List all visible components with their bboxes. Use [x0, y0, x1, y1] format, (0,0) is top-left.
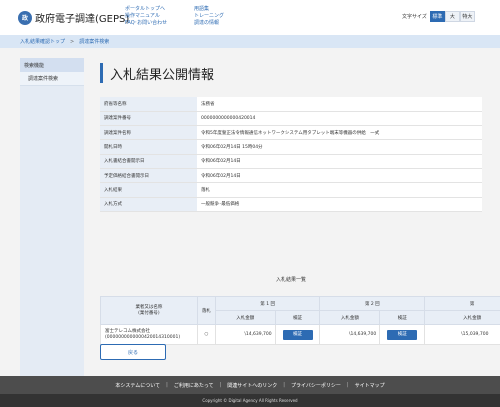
col-header-round-1: 第 1 回 — [214, 296, 321, 311]
page-title: 入札結果公開情報 — [100, 63, 214, 83]
info-label: 予定価格結合書開示日 — [100, 168, 197, 184]
header-nav-group-1: ポータルトップへ 操作マニュアル FAQ･お問い合わせ — [125, 6, 167, 27]
footer-link-related-sites[interactable]: 関連サイトへのリンク — [227, 382, 277, 389]
result-table: 業者又は名称 (業付番号) 落札 第 1 回 第 2 回 第 入札金額 検証 入… — [100, 296, 500, 345]
col-header-round-2: 第 2 回 — [319, 296, 426, 311]
col-header-detail: 検証 — [379, 310, 426, 325]
nav-procurement-info-link[interactable]: 調達の情報 — [194, 20, 224, 27]
col-header-detail: 検証 — [274, 310, 321, 325]
info-value: 落札 — [197, 182, 482, 198]
footer-link-terms[interactable]: ご利用にあたって — [174, 382, 214, 389]
table-row: 入札結果 落札 — [100, 182, 482, 198]
sidebar-heading: 検索機能 — [20, 58, 84, 72]
nav-portal-top-link[interactable]: ポータルトップへ — [125, 6, 167, 13]
footer-nav: 本システムについて | ご利用にあたって | 関連サイトへのリンク | プライバ… — [0, 376, 500, 394]
font-size-large-button[interactable]: 大 — [444, 11, 460, 22]
table-row: 開札日時 令和06年02月14日 15時04分 — [100, 139, 482, 155]
font-size-standard-button[interactable]: 標準 — [429, 11, 445, 22]
sidebar: 検索機能 調達案件検索 — [20, 58, 84, 376]
breadcrumb-result-top-link[interactable]: 入札結果確認トップ — [20, 38, 65, 45]
info-value: 法務省 — [197, 97, 482, 112]
detail-button-round-1[interactable]: 検証 — [282, 329, 313, 340]
nav-training-link[interactable]: トレーニング — [194, 13, 224, 20]
font-size-label: 文字サイズ — [402, 14, 427, 20]
detail-cell: 検証 — [274, 324, 321, 345]
info-value: 令和5年度誓正法令情報通信ネットワークシステム用タブレット端末等機器の供給 一式 — [197, 125, 482, 141]
footer-link-about[interactable]: 本システムについて — [115, 382, 160, 389]
table-row: 入札書結合書開示日 令和06年02月14日 — [100, 154, 482, 169]
bid-info-table: 府省等名称 法務省 調達案件番号 0000000000000420014 調達案件名… — [100, 97, 482, 212]
info-label: 府省等名称 — [100, 97, 197, 112]
footer-separator-icon: | — [283, 382, 285, 388]
col-header-company: 業者又は名称 (業付番号) — [100, 296, 198, 325]
header-nav-group-2: 用語集 トレーニング 調達の情報 — [194, 6, 224, 27]
font-size-xlarge-button[interactable]: 特大 — [459, 11, 475, 22]
geps-logo[interactable]: 政 政府電子調達(GEPS) — [18, 10, 129, 25]
info-value: 令和06年02月14日 — [197, 168, 482, 184]
info-label: 入札結果 — [100, 182, 197, 198]
result-list-title: 入札結果一覧 — [275, 277, 306, 283]
site-title: 政府電子調達(GEPS) — [35, 14, 130, 25]
table-row: 調達案件名称 令和5年度誓正法令情報通信ネットワークシステム用タブレット端末等機器… — [100, 125, 482, 141]
main-content: 入札結果公開情報 府省等名称 法務省 調達案件番号 0000000000000420… — [100, 58, 500, 376]
breadcrumb-separator-icon: > — [70, 38, 75, 45]
nav-faq-link[interactable]: FAQ･お問い合わせ — [125, 20, 167, 27]
footer-separator-icon: | — [219, 382, 222, 388]
font-size-switcher: 文字サイズ 標準 大 特大 — [402, 11, 475, 22]
table-row: 入札方式 一般競争･最低価格 — [100, 197, 482, 212]
company-number: (0000000000000420014310001) — [105, 334, 181, 340]
award-mark: ○ — [196, 324, 216, 345]
info-value: 0000000000000420014 — [197, 111, 482, 127]
bid-amount-round-3: \15,039,700 — [424, 324, 500, 345]
col-header-round-3: 第 — [424, 296, 500, 311]
col-header-amount: 入札金額 — [214, 310, 276, 325]
back-button[interactable]: 戻る — [100, 344, 166, 360]
footer-separator-icon: | — [346, 382, 349, 388]
breadcrumb-search-link[interactable]: 調達案件検索 — [79, 38, 109, 45]
bid-amount-round-1: \14,639,700 — [214, 324, 276, 345]
info-label: 調達案件番号 — [100, 111, 197, 127]
info-label: 調達案件名称 — [100, 125, 197, 141]
table-row: 調達案件番号 0000000000000420014 — [100, 111, 482, 127]
breadcrumb: 入札結果確認トップ > 調達案件検索 — [0, 35, 500, 48]
nav-manual-link[interactable]: 操作マニュアル — [125, 13, 167, 20]
detail-button-round-2[interactable]: 検証 — [387, 329, 418, 340]
nav-glossary-link[interactable]: 用語集 — [194, 6, 224, 13]
table-row: 府省等名称 法務省 — [100, 97, 482, 112]
info-value: 令和06年02月14日 — [197, 154, 482, 169]
footer-link-sitemap[interactable]: サイトマップ — [355, 382, 385, 389]
company-cell: 富士テレコム株式会社 (0000000000000420014310001) — [100, 324, 198, 345]
col-header-amount: 入札金額 — [319, 310, 381, 325]
detail-cell: 検証 — [379, 324, 426, 345]
table-row: 予定価格結合書開示日 令和06年02月14日 — [100, 168, 482, 184]
bid-amount-round-2: \14,639,700 — [319, 324, 381, 345]
info-label: 入札方式 — [100, 197, 197, 212]
footer-link-privacy[interactable]: プライバシーポリシー — [291, 382, 341, 389]
info-value: 令和06年02月14日 15時04分 — [197, 139, 482, 155]
copyright: Copyright © Digital Agency All Rights Re… — [0, 394, 500, 407]
site-header: 政 政府電子調達(GEPS) ポータルトップへ 操作マニュアル FAQ･お問い合… — [0, 0, 500, 35]
info-label: 入札書結合書開示日 — [100, 154, 197, 169]
sidebar-item-procurement-search[interactable]: 調達案件検索 — [20, 72, 84, 86]
col-header-award: 落札 — [196, 296, 216, 325]
logo-emblem-icon: 政 — [18, 10, 32, 25]
info-label: 開札日時 — [100, 139, 197, 155]
table-row: 富士テレコム株式会社 (0000000000000420014310001) ○… — [100, 324, 500, 345]
col-header-amount: 入札金額 — [424, 310, 500, 325]
footer-separator-icon: | — [166, 382, 168, 388]
info-value: 一般競争･最低価格 — [197, 197, 482, 212]
